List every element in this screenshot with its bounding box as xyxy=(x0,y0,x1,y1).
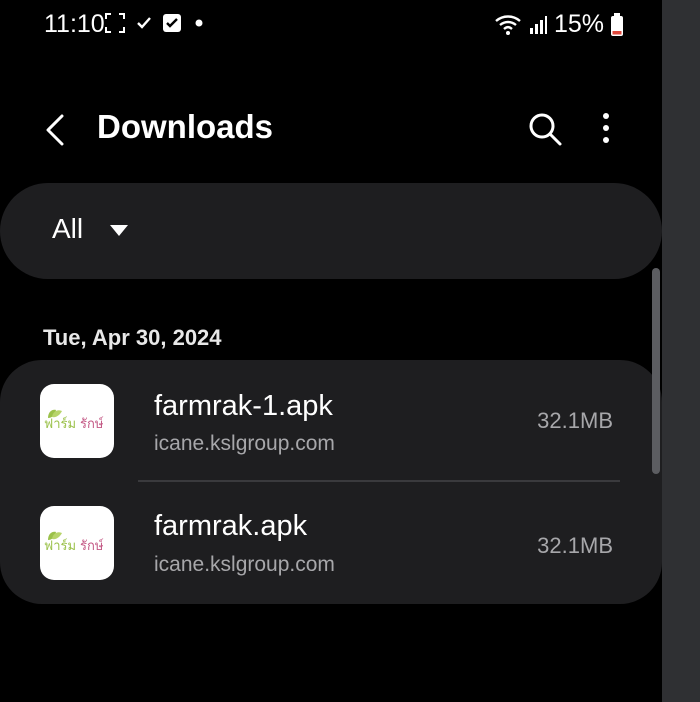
svg-text:ฟาร์ม: ฟาร์ม xyxy=(44,416,76,432)
list-item[interactable]: ฟาร์ม รักษ์ farmrak.apk icane.kslgroup.c… xyxy=(0,482,662,604)
background-panel xyxy=(662,0,700,702)
svg-text:รักษ์: รักษ์ xyxy=(80,538,104,554)
search-icon[interactable] xyxy=(526,110,564,148)
scrollbar-handle[interactable] xyxy=(652,268,660,474)
check-icon xyxy=(137,17,151,29)
file-source: icane.kslgroup.com xyxy=(154,553,335,576)
file-source: icane.kslgroup.com xyxy=(154,432,335,455)
downloads-list: ฟาร์ม รักษ์ farmrak-1.apk icane.kslgroup… xyxy=(0,360,662,604)
farmrak-app-icon: ฟาร์ม รักษ์ xyxy=(40,384,114,458)
status-bar: 11:10 15% xyxy=(0,0,662,48)
back-icon[interactable] xyxy=(40,110,72,150)
more-options-icon[interactable] xyxy=(592,110,620,148)
file-name: farmrak.apk xyxy=(154,510,308,542)
dot-icon xyxy=(195,19,203,27)
signal-icon xyxy=(529,15,547,34)
section-date-header: Tue, Apr 30, 2024 xyxy=(43,325,222,350)
page-title: Downloads xyxy=(97,108,274,145)
checkbox-icon xyxy=(163,14,181,32)
downloads-screen: 11:10 15% Downloads All Tue, Apr 30, 202… xyxy=(0,0,662,702)
farmrak-app-icon: ฟาร์ม รักษ์ xyxy=(40,506,114,580)
screenshot-icon xyxy=(105,13,125,33)
status-icons-right: 15% xyxy=(494,10,624,39)
svg-text:ฟาร์ม: ฟาร์ม xyxy=(44,538,76,554)
status-time: 11:10 xyxy=(44,10,105,38)
filter-dropdown[interactable]: All xyxy=(0,183,662,279)
file-name: farmrak-1.apk xyxy=(154,390,333,422)
battery-icon xyxy=(611,12,623,36)
filter-selected-value: All xyxy=(52,213,84,244)
caret-down-icon xyxy=(110,225,128,236)
battery-percent: 15% xyxy=(553,10,604,38)
svg-text:รักษ์: รักษ์ xyxy=(80,416,104,432)
status-icons-left xyxy=(104,12,206,34)
file-size: 32.1MB xyxy=(537,408,613,433)
wifi-icon xyxy=(495,14,521,35)
file-size: 32.1MB xyxy=(537,533,613,558)
list-item[interactable]: ฟาร์ม รักษ์ farmrak-1.apk icane.kslgroup… xyxy=(0,360,662,482)
